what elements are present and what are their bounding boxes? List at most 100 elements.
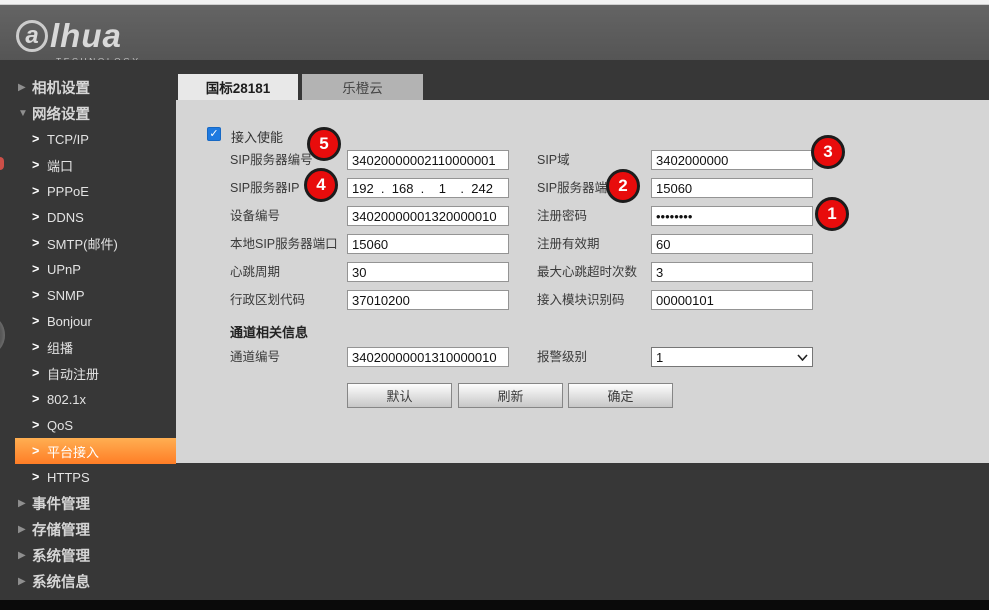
triangle-right-icon: ▶	[18, 82, 32, 93]
triangle-right-icon: ▶	[18, 576, 32, 587]
chevron-right-icon: >	[32, 366, 47, 380]
chevron-right-icon: >	[32, 418, 47, 432]
enable-label: 接入使能	[231, 127, 283, 146]
enable-checkbox[interactable]: ✓	[207, 127, 221, 141]
sidebar-item-pppoe[interactable]: > PPPoE	[0, 178, 176, 204]
chevron-right-icon: >	[32, 314, 47, 328]
chevron-right-icon: >	[32, 132, 47, 146]
sidebar-item-label: 事件管理	[32, 493, 90, 514]
sidebar-item-label: 自动注册	[47, 364, 99, 383]
tab-gb28181[interactable]: 国标28181	[178, 74, 298, 100]
chevron-right-icon: >	[32, 210, 47, 224]
alarm-level-label: 报警级别	[537, 347, 587, 367]
chevron-right-icon: >	[32, 340, 47, 354]
sidebar-item-label: 平台接入	[47, 442, 99, 461]
sidebar-item-label: 网络设置	[32, 103, 90, 124]
sidebar-item-label: 端口	[47, 156, 73, 175]
sidebar-item-smtp[interactable]: > SMTP(邮件)	[0, 230, 176, 256]
channel-id-input[interactable]	[347, 347, 509, 367]
default-button[interactable]: 默认	[347, 383, 452, 408]
sidebar-item-label: 系统信息	[32, 571, 90, 592]
sidebar-item-camera-settings[interactable]: ▶ 相机设置	[0, 74, 176, 100]
annotation-circle-4: 4	[304, 168, 338, 202]
ok-button[interactable]: 确定	[568, 383, 673, 408]
sidebar-item-network-settings[interactable]: ▼ 网络设置	[0, 100, 176, 126]
chevron-right-icon: >	[32, 470, 47, 484]
header-bar: a lhua TECHNOLOGY	[0, 5, 989, 60]
device-id-input[interactable]	[347, 206, 509, 226]
sip-server-ip-input[interactable]	[347, 178, 509, 198]
sidebar-item-label: HTTPS	[47, 470, 90, 485]
sidebar-item-label: SMTP(邮件)	[47, 234, 118, 253]
triangle-right-icon: ▶	[18, 550, 32, 561]
max-heartbeat-timeout-input[interactable]	[651, 262, 813, 282]
refresh-button[interactable]: 刷新	[458, 383, 563, 408]
max-heartbeat-timeout-label: 最大心跳超时次数	[537, 262, 637, 282]
logo-text: lhua	[50, 17, 122, 55]
sip-domain-input[interactable]	[651, 150, 813, 170]
sidebar-item-label: 相机设置	[32, 77, 90, 98]
sidebar-item-label: PPPoE	[47, 184, 89, 199]
device-id-label: 设备编号	[230, 206, 280, 226]
sidebar-item-system-management[interactable]: ▶ 系统管理	[0, 542, 176, 568]
chevron-right-icon: >	[32, 392, 47, 406]
chevron-down-icon	[797, 354, 808, 361]
chevron-right-icon: >	[32, 184, 47, 198]
sidebar-item-system-info[interactable]: ▶ 系统信息	[0, 568, 176, 594]
register-validity-label: 注册有效期	[537, 234, 600, 254]
chevron-right-icon: >	[32, 262, 47, 276]
annotation-circle-5: 5	[307, 127, 341, 161]
logo-a-icon: a	[16, 20, 48, 52]
sidebar-item-multicast[interactable]: > 组播	[0, 334, 176, 360]
sidebar-item-event-management[interactable]: ▶ 事件管理	[0, 490, 176, 516]
sip-server-id-input[interactable]	[347, 150, 509, 170]
sidebar-item-label: SNMP	[47, 288, 85, 303]
register-password-label: 注册密码	[537, 206, 587, 226]
sidebar-item-8021x[interactable]: > 802.1x	[0, 386, 176, 412]
access-module-id-input[interactable]	[651, 290, 813, 310]
sidebar-item-storage-management[interactable]: ▶ 存储管理	[0, 516, 176, 542]
sip-server-id-label: SIP服务器编号	[230, 150, 313, 170]
admin-region-code-label: 行政区划代码	[230, 290, 305, 310]
chevron-right-icon: >	[32, 288, 47, 302]
chevron-right-icon: >	[32, 236, 47, 250]
annotation-circle-2: 2	[606, 169, 640, 203]
sidebar-item-label: QoS	[47, 418, 73, 433]
sidebar-item-tcpip[interactable]: > TCP/IP	[0, 126, 176, 152]
sidebar: ▶ 相机设置 ▼ 网络设置 > TCP/IP > 端口 > PPPoE > DD…	[0, 60, 176, 600]
dahua-logo: a lhua TECHNOLOGY	[16, 17, 141, 66]
local-sip-port-label: 本地SIP服务器端口	[230, 234, 338, 254]
triangle-down-icon: ▼	[18, 108, 32, 119]
sidebar-item-label: Bonjour	[47, 314, 92, 329]
sidebar-item-label: DDNS	[47, 210, 84, 225]
sidebar-item-label: TCP/IP	[47, 132, 89, 147]
sidebar-item-qos[interactable]: > QoS	[0, 412, 176, 438]
sidebar-item-auto-register[interactable]: > 自动注册	[0, 360, 176, 386]
register-password-input[interactable]	[651, 206, 813, 226]
sidebar-item-label: UPnP	[47, 262, 81, 277]
channel-id-label: 通道编号	[230, 347, 280, 367]
sidebar-item-https[interactable]: > HTTPS	[0, 464, 176, 490]
heartbeat-period-input[interactable]	[347, 262, 509, 282]
sidebar-item-bonjour[interactable]: > Bonjour	[0, 308, 176, 334]
sidebar-item-platform-access[interactable]: > 平台接入	[15, 438, 176, 464]
triangle-right-icon: ▶	[18, 498, 32, 509]
register-validity-input[interactable]	[651, 234, 813, 254]
edge-red-dot	[0, 157, 4, 170]
chevron-right-icon: >	[32, 444, 47, 458]
sidebar-item-port[interactable]: > 端口	[0, 152, 176, 178]
annotation-circle-1: 1	[815, 197, 849, 231]
tab-lechengyun[interactable]: 乐橙云	[302, 74, 423, 100]
sip-server-port-input[interactable]	[651, 178, 813, 198]
sidebar-item-label: 802.1x	[47, 392, 86, 407]
alarm-level-select[interactable]: 1	[651, 347, 813, 367]
local-sip-port-input[interactable]	[347, 234, 509, 254]
sidebar-item-ddns[interactable]: > DDNS	[0, 204, 176, 230]
sidebar-item-snmp[interactable]: > SNMP	[0, 282, 176, 308]
sidebar-item-label: 存储管理	[32, 519, 90, 540]
chevron-right-icon: >	[32, 158, 47, 172]
sidebar-item-label: 组播	[47, 338, 73, 357]
admin-region-code-input[interactable]	[347, 290, 509, 310]
sidebar-item-upnp[interactable]: > UPnP	[0, 256, 176, 282]
triangle-right-icon: ▶	[18, 524, 32, 535]
